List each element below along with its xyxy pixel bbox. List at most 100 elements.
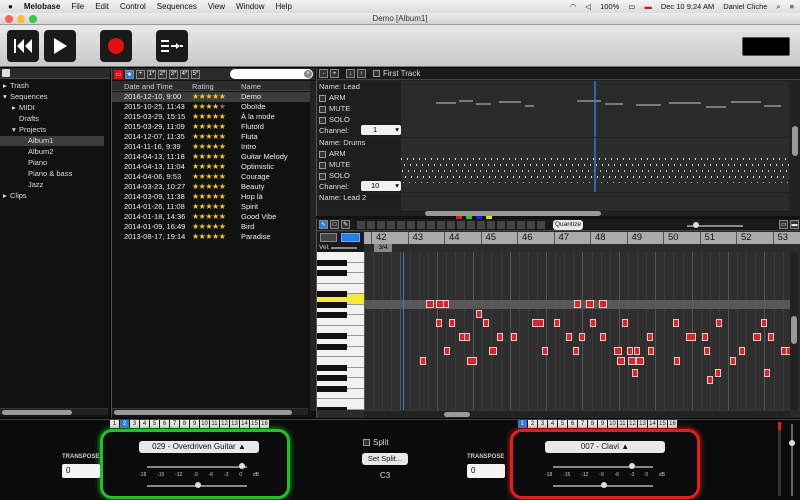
midi-note[interactable] [739, 347, 745, 355]
channel-button[interactable]: 6 [568, 420, 577, 428]
channel-button[interactable]: 15 [658, 420, 667, 428]
menu-file[interactable]: File [71, 2, 84, 11]
channel-select[interactable]: 1 ▾ [361, 125, 401, 135]
menu-app-name[interactable]: Melobase [24, 2, 60, 11]
mute-checkbox[interactable] [319, 161, 326, 169]
channel-button[interactable]: 15 [250, 420, 259, 428]
channel-button[interactable]: 7 [170, 420, 179, 428]
midi-note[interactable] [449, 319, 455, 327]
flag-icon[interactable]: ▬ [644, 2, 652, 11]
search-icon[interactable]: ⌕ [776, 2, 780, 12]
channel-button[interactable]: 9 [190, 420, 199, 428]
midi-note[interactable] [436, 319, 442, 327]
sequence-row[interactable]: 2014-03-23, 10:27 ★★★★★ Beauty [112, 182, 310, 192]
disclosure-arrow-icon[interactable]: ▸ [12, 103, 16, 113]
menu-window[interactable]: Window [236, 2, 264, 11]
arm-checkbox[interactable] [319, 94, 326, 102]
tree-item[interactable]: Album2 [0, 147, 104, 157]
rating-stars[interactable]: ★★★★★ [192, 162, 226, 172]
midi-note[interactable] [622, 319, 628, 327]
midi-note[interactable] [420, 357, 426, 365]
minimize-window-icon[interactable] [17, 15, 25, 23]
channel-button[interactable]: 16 [260, 420, 269, 428]
sequence-row[interactable]: 2013-08-17, 19:14 ★★★★★ Paradise [112, 232, 310, 242]
midi-note[interactable] [579, 333, 585, 341]
channel-button[interactable]: 11 [618, 420, 627, 428]
tracks-vscrollbar[interactable] [791, 81, 799, 209]
tree-item[interactable]: ▸ MIDI [0, 103, 104, 113]
midi-note[interactable] [573, 347, 579, 355]
piano-keyboard[interactable] [317, 252, 364, 410]
left-volume-slider[interactable] [147, 466, 247, 468]
midi-note[interactable] [464, 333, 470, 341]
rating-stars[interactable]: ★★★★★ [192, 202, 226, 212]
sequence-row[interactable]: 2014-11-16, 9:39 ★★★★★ Intro [112, 142, 310, 152]
channel-button[interactable]: 7 [578, 420, 587, 428]
view-mode-b-icon[interactable]: ▬ [790, 220, 799, 229]
track-name[interactable]: Lead 2 [343, 193, 366, 202]
sequence-row[interactable]: 2014-03-09, 11:38 ★★★★★ Hop là [112, 192, 310, 202]
songlist-hscrollbar[interactable] [112, 408, 308, 415]
midi-note[interactable] [489, 347, 497, 355]
midi-note[interactable] [686, 333, 696, 341]
rating-stars[interactable]: ★★★★★ [192, 132, 226, 142]
channel-button[interactable]: 12 [628, 420, 637, 428]
tree-hscrollbar[interactable] [0, 408, 108, 415]
rating-stars[interactable]: ★★★★★ [192, 232, 226, 242]
quantize-grid-options[interactable] [357, 221, 547, 229]
roll-hscrollbar[interactable] [364, 410, 790, 417]
midi-note[interactable] [632, 369, 638, 377]
sequence-row[interactable]: 2016-12-10, 9:00 ★★★★★ Demo [112, 92, 310, 102]
sequence-row[interactable]: 2014-01-09, 16:49 ★★★★★ Bird [112, 222, 310, 232]
track-lane-drums[interactable] [401, 138, 789, 192]
midi-note[interactable] [574, 300, 581, 308]
channel-button[interactable]: 8 [588, 420, 597, 428]
sequence-row[interactable]: 2015-03-29, 11:09 ★★★★★ Flutoïd [112, 122, 310, 132]
velocity-slider[interactable] [331, 247, 357, 249]
midi-note[interactable] [627, 347, 633, 355]
midi-note[interactable] [476, 310, 482, 318]
midi-note[interactable] [586, 300, 594, 308]
channel-button[interactable]: 11 [210, 420, 219, 428]
channel-button[interactable]: 3 [130, 420, 139, 428]
sequence-row[interactable]: 2015-10-25, 11:43 ★★★★ ★ Oboïde [112, 102, 310, 112]
channel-button[interactable]: 8 [180, 420, 189, 428]
channel-button[interactable]: 5 [150, 420, 159, 428]
right-pan-knob[interactable] [601, 482, 607, 488]
channel-button[interactable]: 13 [230, 420, 239, 428]
sequence-row[interactable]: 2015-03-29, 15:15 ★★★★★ À la mode [112, 112, 310, 122]
view-mode-a-icon[interactable]: ▭ [779, 220, 788, 229]
midi-note[interactable] [764, 369, 770, 377]
channel-button[interactable]: 13 [638, 420, 647, 428]
column-name[interactable]: Name [241, 82, 261, 91]
filter-3-star[interactable]: 3* [169, 69, 178, 79]
arm-checkbox[interactable] [319, 150, 326, 158]
remove-track-button[interactable]: - [319, 69, 328, 78]
tree-item[interactable]: Piano [0, 158, 104, 168]
record-button[interactable] [100, 30, 132, 62]
add-track-button[interactable]: + [330, 69, 339, 78]
search-input[interactable]: × [230, 69, 313, 79]
rating-stars[interactable]: ★★★★★ [192, 122, 226, 132]
channel-button[interactable]: 6 [160, 420, 169, 428]
master-volume-slider[interactable] [791, 424, 793, 496]
folder-icon[interactable] [2, 69, 10, 77]
left-instrument-select[interactable]: 029 - Overdriven Guitar ▲ [139, 441, 259, 453]
right-transpose-field[interactable]: 0 [467, 464, 505, 478]
channel-button[interactable]: 9 [598, 420, 607, 428]
channel-button[interactable]: 2 [528, 420, 537, 428]
midi-note[interactable] [467, 357, 477, 365]
track-name[interactable]: Lead [343, 82, 360, 91]
right-volume-slider[interactable] [553, 466, 653, 468]
rating-stars[interactable]: ★★★★★ [192, 182, 226, 192]
battery-icon[interactable]: ▭ [628, 2, 635, 11]
midi-note[interactable] [483, 319, 489, 327]
apple-icon[interactable]: ● [8, 2, 13, 11]
midi-note[interactable] [768, 333, 774, 341]
midi-note[interactable] [542, 347, 548, 355]
midi-note[interactable] [566, 333, 572, 341]
channel-button[interactable]: 1 [518, 420, 527, 428]
midi-note[interactable] [628, 357, 636, 365]
tree-item[interactable]: ▾ Projects [0, 125, 104, 135]
channel-button[interactable]: 3 [538, 420, 547, 428]
